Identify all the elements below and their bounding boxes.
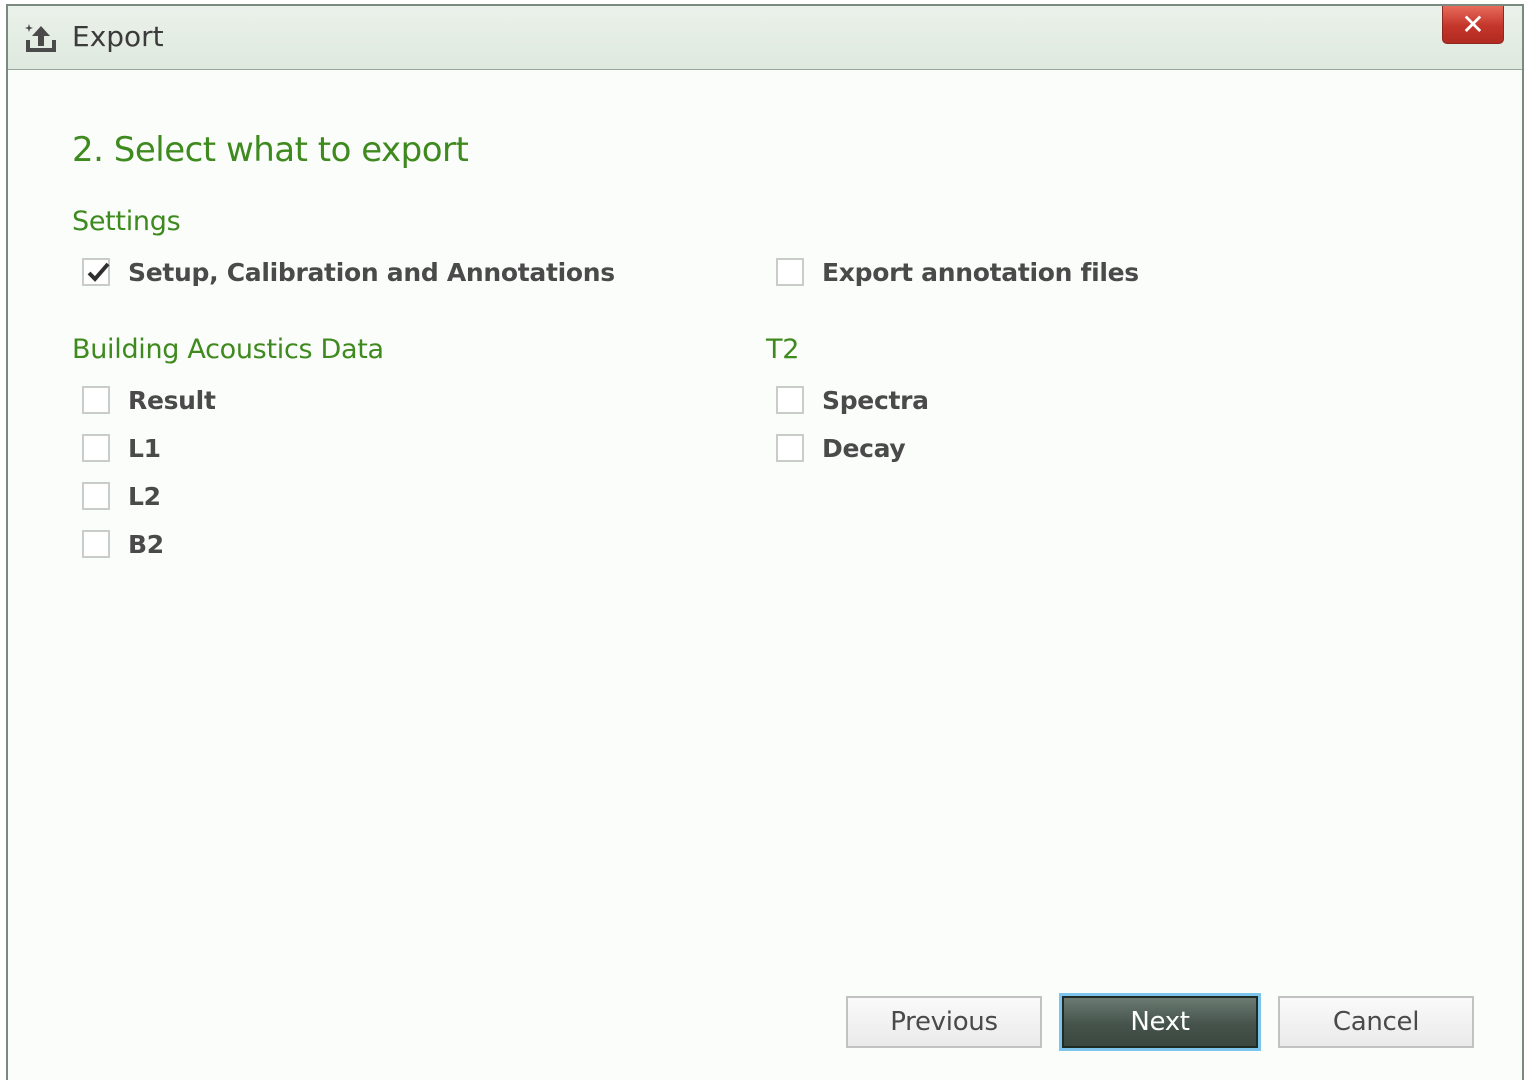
checkbox-box[interactable] [82,482,110,510]
checkbox-export-annotation-files[interactable]: Export annotation files [776,255,1139,289]
checkbox-box[interactable] [82,530,110,558]
checkbox-result[interactable]: Result [82,383,216,417]
option-label: Decay [822,433,906,463]
checkbox-box[interactable] [776,434,804,462]
option-label: B2 [128,529,164,559]
export-icon [24,22,58,54]
checkbox-spectra[interactable]: Spectra [776,383,929,417]
checkbox-box[interactable] [82,434,110,462]
step-heading: 2. Select what to export [72,130,469,170]
close-button[interactable]: ✕ [1442,6,1504,44]
option-label: Setup, Calibration and Annotations [128,257,615,287]
title-bar: Export ✕ [8,6,1522,70]
option-label: L1 [128,433,161,463]
checkbox-box[interactable] [776,386,804,414]
checkbox-decay[interactable]: Decay [776,431,906,465]
check-mark-icon [87,262,110,282]
section-label-building-acoustics: Building Acoustics Data [72,334,384,365]
checkbox-box[interactable] [82,258,110,286]
next-button[interactable]: Next [1062,996,1258,1048]
previous-button[interactable]: Previous [846,996,1042,1048]
export-dialog: Export ✕ 2. Select what to export Settin… [6,4,1524,1080]
checkbox-l1[interactable]: L1 [82,431,161,465]
option-label: Result [128,385,216,415]
dialog-content: 2. Select what to export Settings Setup,… [8,70,1522,1080]
close-icon: ✕ [1461,8,1485,41]
checkbox-l2[interactable]: L2 [82,479,161,513]
option-label: Export annotation files [822,257,1139,287]
option-label: L2 [128,481,161,511]
checkbox-box[interactable] [82,386,110,414]
cancel-button[interactable]: Cancel [1278,996,1474,1048]
window-title: Export [72,20,164,53]
checkbox-box[interactable] [776,258,804,286]
checkbox-b2[interactable]: B2 [82,527,164,561]
checkbox-setup-calibration-annotations[interactable]: Setup, Calibration and Annotations [82,255,615,289]
section-label-settings: Settings [72,206,181,237]
section-label-t2: T2 [766,334,800,365]
option-label: Spectra [822,385,929,415]
